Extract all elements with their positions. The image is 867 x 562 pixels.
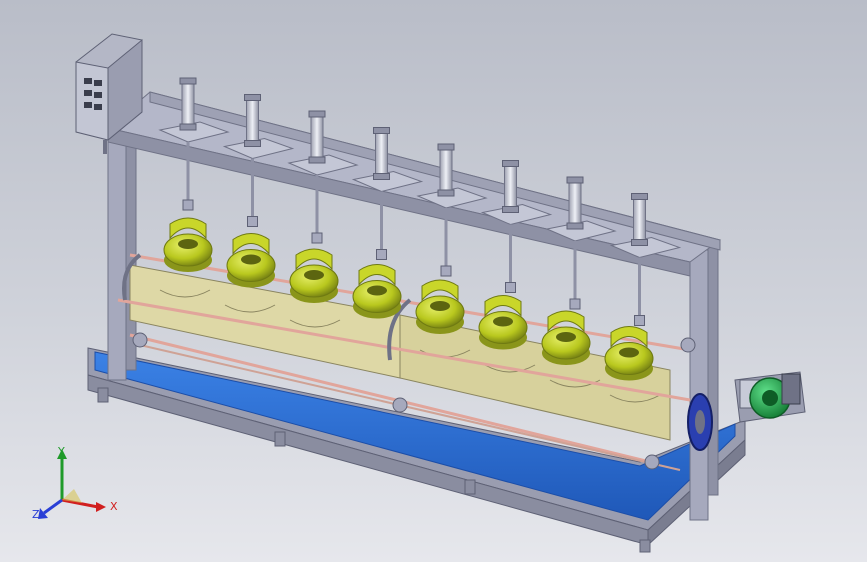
motor <box>734 371 806 423</box>
drive-wheel <box>687 393 713 451</box>
axis-triad: Y X Z <box>32 445 118 521</box>
left-frame-post <box>107 119 137 381</box>
bottle <box>226 233 276 288</box>
y-axis-label: Y <box>57 445 65 458</box>
x-axis-label: X <box>110 500 118 513</box>
bottle <box>604 326 654 381</box>
bottle <box>163 217 213 272</box>
bottle <box>352 264 402 319</box>
bottle <box>541 310 591 365</box>
x-axis-arrow <box>96 502 106 512</box>
bottle <box>289 248 339 303</box>
z-axis-label: Z <box>32 508 40 521</box>
cad-viewport[interactable]: Y X Z <box>0 0 867 562</box>
right-frame-post <box>689 244 719 521</box>
bottle <box>478 295 528 350</box>
z-axis-line <box>43 498 63 515</box>
bottle <box>415 279 465 334</box>
